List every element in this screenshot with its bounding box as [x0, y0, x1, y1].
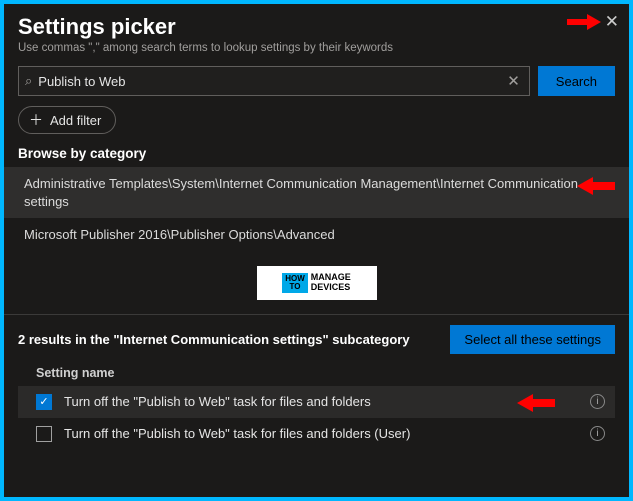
category-list: Administrative Templates\System\Internet…	[4, 167, 629, 252]
setting-label: Turn off the "Publish to Web" task for f…	[64, 394, 570, 409]
add-filter-label: Add filter	[50, 113, 101, 128]
watermark-left: HOW TO	[282, 273, 308, 293]
search-input[interactable]	[38, 74, 504, 89]
divider	[4, 314, 629, 315]
setting-row[interactable]: Turn off the "Publish to Web" task for f…	[18, 418, 615, 450]
select-all-button[interactable]: Select all these settings	[450, 325, 615, 354]
search-row: ⌕ ✕ Search	[18, 66, 615, 96]
page-subtitle: Use commas "," among search terms to loo…	[18, 42, 615, 54]
search-icon: ⌕	[25, 73, 32, 89]
info-icon[interactable]: i	[590, 394, 605, 409]
search-box[interactable]: ⌕ ✕	[18, 66, 530, 96]
search-button[interactable]: Search	[538, 66, 615, 96]
setting-label: Turn off the "Publish to Web" task for f…	[64, 426, 570, 441]
add-filter-button[interactable]: ＋ Add filter	[18, 106, 116, 134]
annotation-arrow-close	[567, 14, 601, 30]
column-header-setting-name: Setting name	[18, 362, 615, 386]
watermark-right: MANAGE DEVICES	[311, 273, 351, 292]
info-icon[interactable]: i	[590, 426, 605, 441]
results-header-row: 2 results in the "Internet Communication…	[18, 325, 615, 354]
watermark-logo: HOW TO MANAGE DEVICES	[257, 266, 377, 300]
settings-picker-panel: ✕ Settings picker Use commas "," among s…	[4, 4, 629, 497]
results-summary: 2 results in the "Internet Communication…	[18, 332, 410, 347]
checkbox-icon[interactable]	[36, 426, 52, 442]
category-item[interactable]: Microsoft Publisher 2016\Publisher Optio…	[4, 218, 629, 252]
category-item[interactable]: Administrative Templates\System\Internet…	[4, 167, 629, 218]
checkbox-icon[interactable]: ✓	[36, 394, 52, 410]
page-title: Settings picker	[18, 14, 615, 40]
annotation-arrow-category	[577, 177, 615, 195]
plus-icon: ＋	[29, 110, 43, 130]
annotation-arrow-setting	[517, 394, 555, 412]
clear-search-icon[interactable]: ✕	[504, 72, 523, 90]
browse-by-category-heading: Browse by category	[18, 146, 615, 161]
close-icon[interactable]: ✕	[605, 12, 619, 32]
setting-row[interactable]: ✓ Turn off the "Publish to Web" task for…	[18, 386, 615, 418]
